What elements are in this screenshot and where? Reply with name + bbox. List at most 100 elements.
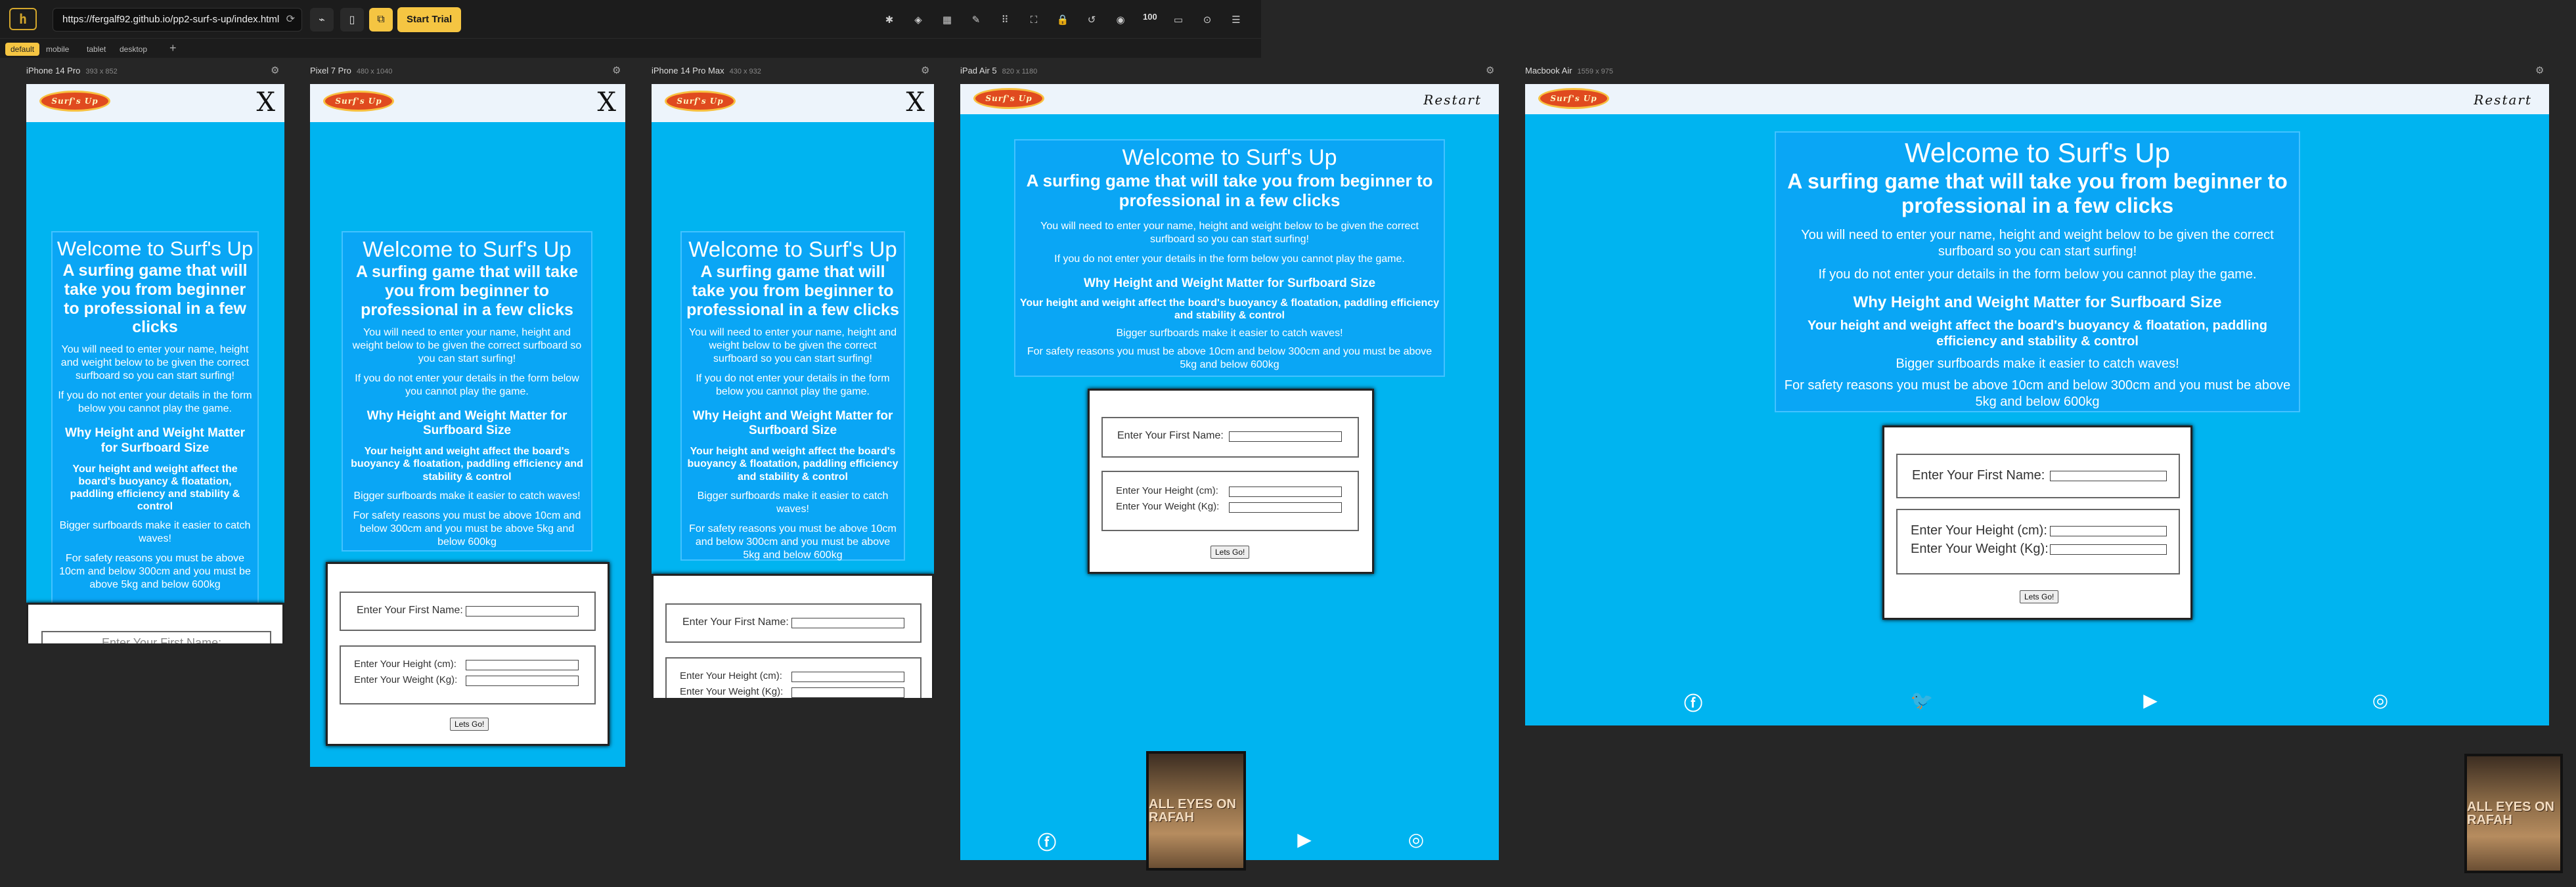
details-form: Enter Your First Name: Enter Your Height… — [652, 574, 934, 698]
lets-go-button[interactable]: Lets Go! — [450, 718, 489, 731]
intro-text: You will need to enter your name, height… — [352, 326, 582, 364]
height-input[interactable] — [1229, 487, 1342, 497]
fullscreen-icon[interactable]: ⛶ — [1026, 12, 1042, 28]
height-input[interactable] — [466, 660, 579, 670]
weight-input[interactable] — [466, 676, 579, 686]
tab-desktop[interactable]: desktop — [114, 43, 152, 56]
surfs-up-logo[interactable]: Surf's Up — [1538, 88, 1609, 109]
details-form: Enter Your First Name: Enter Your Height… — [1882, 425, 2192, 620]
height-label: Enter Your Height (cm): — [1911, 523, 2047, 538]
bigger-text: Bigger surfboards make it easier to catc… — [1896, 356, 2179, 371]
first-name-input[interactable] — [466, 606, 579, 617]
height-input[interactable] — [2050, 526, 2167, 536]
first-name-input[interactable] — [791, 618, 904, 628]
close-button[interactable]: X — [906, 87, 925, 118]
weight-label: Enter Your Weight (Kg): — [680, 686, 784, 697]
why-body: Your height and weight affect the board'… — [1019, 297, 1440, 322]
device-viewport-ipadair5: Surf's Up Restart Welcome to Surf's Up A… — [960, 84, 1499, 860]
facebook-icon[interactable]: ⓕ — [1034, 829, 1060, 855]
why-body: Your height and weight affect the board'… — [351, 446, 583, 483]
floating-video-thumbnail[interactable]: ALL EYES ON RAFAH — [2464, 754, 2563, 873]
why-heading: Why Height and Weight Matter for Surfboa… — [64, 426, 246, 455]
height-input[interactable] — [791, 672, 904, 682]
settings-gear-icon[interactable]: ⚙ — [921, 64, 929, 76]
dots-grid-icon[interactable]: ⠿ — [997, 12, 1013, 28]
tab-default[interactable]: default — [5, 43, 40, 56]
reload-icon[interactable]: ⟳ — [286, 9, 295, 31]
details-form: Enter Your First Name: — [26, 603, 284, 643]
surfs-up-logo[interactable]: Surf's Up — [323, 91, 394, 112]
lets-go-button[interactable]: Lets Go! — [2020, 590, 2059, 603]
tab-mobile[interactable]: mobile — [41, 43, 74, 56]
welcome-panel: Welcome to Surf's Up A surfing game that… — [680, 231, 905, 561]
name-group: Enter Your First Name: — [340, 592, 596, 631]
surfs-up-logo[interactable]: Surf's Up — [973, 88, 1044, 109]
lets-go-button[interactable]: Lets Go! — [1210, 546, 1250, 559]
mobile-view-icon[interactable]: ▯ — [340, 8, 364, 32]
device-label: iPad Air 5 820 x 1180 — [960, 66, 1037, 76]
device-name: iPhone 14 Pro Max — [652, 66, 724, 76]
settings-gear-icon[interactable]: ⚙ — [2535, 64, 2544, 76]
close-button[interactable]: X — [257, 87, 275, 118]
app-toolbar: h https://fergalf92.github.io/pp2-surf-s… — [0, 0, 1261, 38]
url-input[interactable]: https://fergalf92.github.io/pp2-surf-s-u… — [53, 8, 302, 32]
weight-input[interactable] — [1229, 502, 1342, 513]
welcome-panel: Welcome to Surf's Up A surfing game that… — [51, 231, 259, 643]
lock-icon[interactable]: 🔒 — [1055, 12, 1071, 28]
weight-input[interactable] — [2050, 544, 2167, 555]
details-form: Enter Your First Name: Enter Your Height… — [326, 562, 610, 746]
device-label: Pixel 7 Pro 480 x 1040 — [310, 66, 392, 76]
ruler-icon[interactable]: ✎ — [968, 12, 984, 28]
welcome-subtitle: A surfing game that will take you from b… — [686, 263, 899, 319]
welcome-title: Welcome to Surf's Up — [1122, 145, 1337, 170]
play-icon[interactable]: ⊙ — [1199, 12, 1215, 28]
restart-button[interactable]: Restart — [2474, 92, 2532, 108]
tab-tablet[interactable]: tablet — [81, 43, 111, 56]
grid-icon[interactable]: ▦ — [939, 12, 955, 28]
surfs-up-logo[interactable]: Surf's Up — [665, 91, 736, 112]
facebook-icon[interactable]: ⓕ — [1680, 689, 1706, 716]
floating-video-thumbnail[interactable]: ALL EYES ON RAFAH — [1146, 751, 1246, 871]
youtube-icon[interactable]: ▶ — [1291, 829, 1318, 850]
surfs-up-logo[interactable]: Surf's Up — [39, 91, 110, 112]
thumbnail-caption: ALL EYES ON RAFAH — [1149, 797, 1236, 825]
settings-gear-icon[interactable]: ⚙ — [271, 64, 279, 76]
welcome-subtitle: A surfing game that will take you from b… — [355, 263, 579, 319]
screenshot-mode-icon[interactable]: ⌁ — [310, 8, 334, 32]
multi-device-icon[interactable]: ⧉ — [369, 8, 393, 32]
twitter-icon[interactable]: 🐦 — [1909, 689, 1935, 711]
safety-text: For safety reasons you must be above 10c… — [1027, 346, 1432, 371]
why-body: Your height and weight affect the board'… — [1808, 318, 2267, 349]
layers-icon[interactable]: ◈ — [910, 12, 926, 28]
bug-icon[interactable]: ✱ — [881, 12, 897, 28]
warning-text: If you do not enter your details in the … — [696, 372, 890, 397]
zoom-level[interactable]: 100 — [1143, 12, 1157, 22]
weight-input[interactable] — [791, 687, 904, 698]
warning-text: If you do not enter your details in the … — [58, 390, 252, 415]
rotate-icon[interactable]: ↺ — [1084, 12, 1099, 28]
restart-button[interactable]: Restart — [1423, 92, 1482, 108]
settings-gear-icon[interactable]: ⚙ — [612, 64, 621, 76]
add-tab-icon[interactable]: + — [169, 41, 177, 55]
youtube-icon[interactable]: ▶ — [2137, 689, 2164, 711]
instagram-icon[interactable]: ◎ — [1403, 829, 1429, 850]
instagram-icon[interactable]: ◎ — [2367, 689, 2393, 711]
close-button[interactable]: X — [598, 87, 616, 118]
welcome-title: Welcome to Surf's Up — [363, 237, 571, 261]
site-header: Surf's Up Restart — [960, 84, 1499, 114]
menu-icon[interactable]: ☰ — [1228, 12, 1244, 28]
tablet-icon[interactable]: ▭ — [1170, 12, 1186, 28]
url-text: https://fergalf92.github.io/pp2-surf-s-u… — [62, 14, 280, 25]
welcome-panel: Welcome to Surf's Up A surfing game that… — [342, 231, 592, 552]
camera-icon[interactable]: ◉ — [1113, 12, 1128, 28]
first-name-input[interactable] — [1229, 431, 1342, 442]
welcome-subtitle: A surfing game that will take you from b… — [1026, 171, 1433, 211]
first-name-input[interactable] — [2050, 471, 2167, 481]
site-header: Surf's Up X — [652, 84, 934, 122]
site-header: Surf's Up X — [26, 84, 284, 122]
safety-text: For safety reasons you must be above 10c… — [59, 553, 251, 591]
settings-gear-icon[interactable]: ⚙ — [1486, 64, 1494, 76]
site-header: Surf's Up X — [310, 84, 625, 122]
app-logo-icon[interactable]: h — [9, 8, 37, 30]
start-trial-button[interactable]: Start Trial — [397, 7, 462, 32]
